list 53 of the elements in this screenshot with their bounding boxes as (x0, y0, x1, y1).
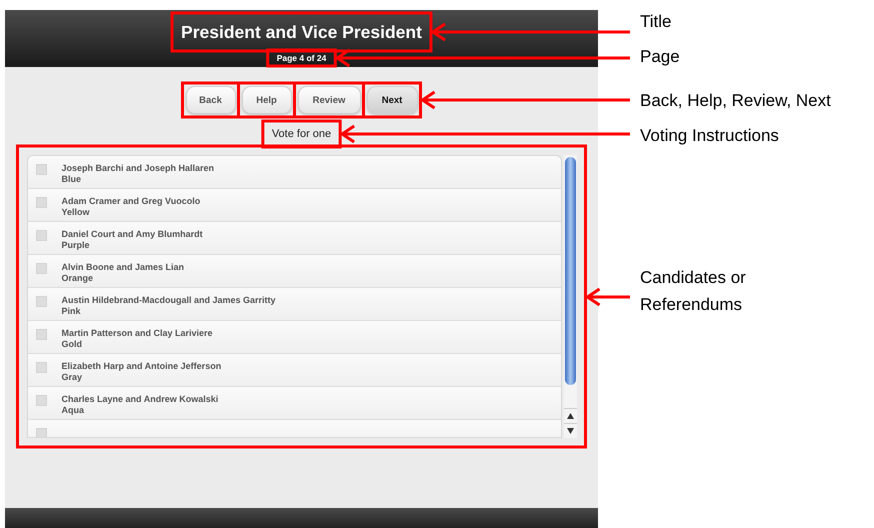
candidate-row[interactable]: Martin Patterson and Clay Lariviere Gold (28, 321, 560, 354)
annotation-label: Voting Instructions (640, 125, 780, 147)
checkbox[interactable] (36, 428, 46, 437)
candidate-names: Martin Patterson and Clay Lariviere (62, 328, 213, 339)
candidate-row[interactable]: Daniel Court and Amy Blumhardt Purple (28, 222, 560, 255)
candidate-row[interactable]: Elizabeth Harp and Antoine Jefferson Gray (28, 354, 560, 387)
highlight-frame (293, 82, 365, 118)
annotation-label: Page (640, 46, 681, 68)
party-name: Blue (62, 174, 82, 185)
highlight-frame (237, 82, 296, 118)
candidate-names: Alvin Boone and James Lian (62, 262, 184, 273)
party-name: Orange (62, 273, 94, 284)
party-name: Purple (62, 240, 91, 251)
candidate-names: Elizabeth Harp and Antoine Jefferson (62, 361, 222, 372)
annotation-label: Back, Help, Review, Next (640, 90, 832, 112)
candidate-names: Adam Cramer and Greg Vuocolo (62, 196, 200, 207)
checkbox[interactable] (36, 395, 46, 406)
annotation-label: Candidates or Referendums (640, 267, 747, 316)
party-name: Gold (62, 339, 83, 350)
candidate-names: Austin Hildebrand-Macdougall and James Garritty (62, 295, 276, 306)
candidate-row[interactable]: Joseph Barchi and Joseph Hallaren Blue (28, 156, 560, 189)
nav-button[interactable]: Help (242, 86, 292, 114)
party-name: Yellow (62, 207, 91, 218)
candidate-names: Daniel Court and Amy Blumhardt (62, 229, 203, 240)
voting-instructions: Vote for one (270, 127, 332, 141)
checkbox[interactable] (36, 362, 46, 373)
checkbox[interactable] (36, 329, 46, 340)
checkbox[interactable] (36, 296, 46, 307)
checkbox[interactable] (36, 164, 46, 175)
candidate-names: Charles Layne and Andrew Kowalski (62, 394, 218, 405)
candidate-row[interactable]: Adam Cramer and Greg Vuocolo Yellow (28, 189, 560, 222)
candidate-row[interactable]: Charles Layne and Andrew Kowalski Aqua (28, 387, 560, 420)
party-name: Gray (62, 372, 84, 383)
ballot-title: President and Vice President (181, 22, 422, 42)
scroll-down-icon[interactable] (566, 428, 574, 434)
scrollbar[interactable] (564, 155, 576, 438)
party-name: Pink (62, 306, 82, 317)
highlight-frame (362, 82, 422, 118)
annotation-label: Title (640, 11, 672, 33)
highlight-frame (181, 82, 240, 118)
page-indicator: Page 4 of 24 (276, 53, 328, 63)
candidate-row[interactable]: Alvin Boone and James Lian Orange (28, 255, 560, 288)
party-name: Aqua (62, 405, 85, 416)
checkbox[interactable] (36, 230, 46, 241)
arrow (584, 288, 632, 306)
checkbox[interactable] (36, 263, 46, 274)
candidate-row[interactable]: Austin Hildebrand-Macdougall and James Garritty Pink (28, 288, 560, 321)
candidate-names: Joseph Barchi and Joseph Hallaren (62, 163, 214, 174)
nav-button[interactable]: Next (366, 86, 418, 114)
nav-button[interactable]: Review (298, 86, 360, 114)
nav-button[interactable]: Back (186, 86, 236, 114)
checkbox[interactable] (36, 197, 46, 208)
scroll-up-icon[interactable] (566, 413, 574, 419)
